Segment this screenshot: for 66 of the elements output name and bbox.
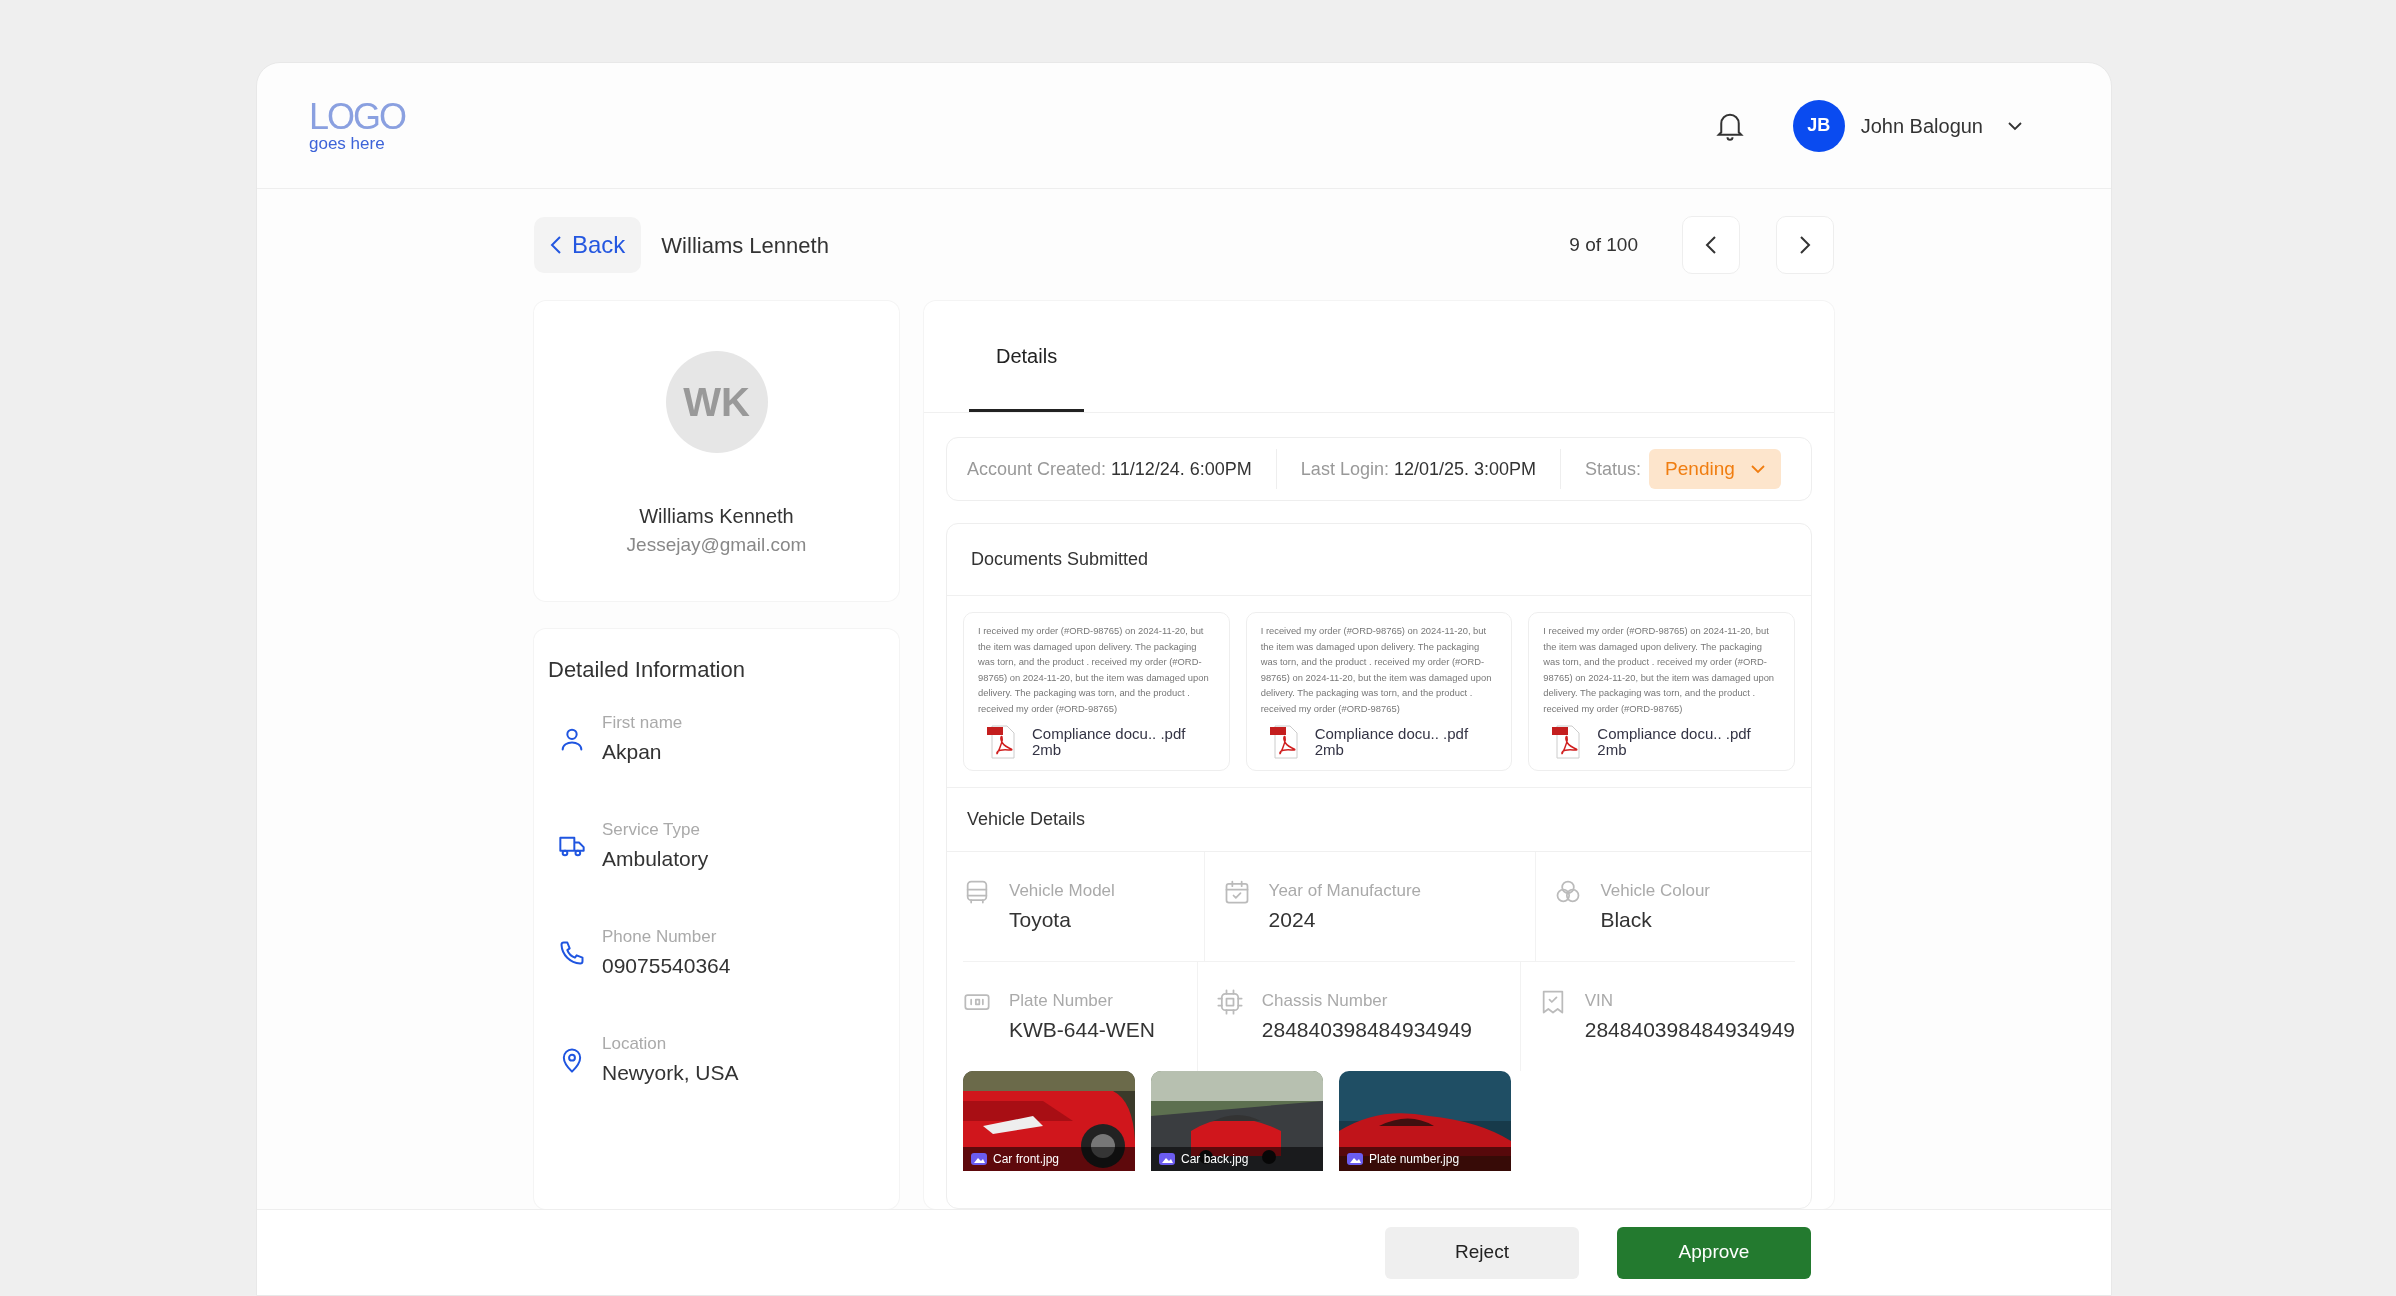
- file-name: Compliance docu.. .pdf: [1032, 725, 1186, 742]
- info-text: Account Created: 11/12/24. 6:00PM: [967, 457, 1252, 481]
- file-name: Compliance docu.. .pdf: [1597, 725, 1751, 742]
- reject-button[interactable]: Reject: [1385, 1226, 1579, 1279]
- field-value: 09075540364: [602, 952, 731, 979]
- field-value: 2024: [1268, 906, 1317, 933]
- field-label: First name: [602, 712, 683, 734]
- field-value: Black: [1600, 906, 1653, 933]
- image-caption: Car back.jpg: [1181, 1151, 1249, 1168]
- profile-name: Williams Kenneth: [639, 504, 794, 529]
- image-icon: [971, 1153, 987, 1165]
- field-label: Chassis Number: [1261, 990, 1389, 1012]
- field-value: Akpan: [602, 738, 663, 765]
- field-label: Location: [602, 1033, 668, 1055]
- field-label: Vehicle Model: [1009, 880, 1115, 902]
- record-counter: 9 of 100: [1569, 232, 1638, 257]
- tab[interactable]: Details: [969, 301, 1085, 412]
- user-name: John Balogun: [1860, 113, 1983, 139]
- chevron-left-icon: [550, 235, 562, 255]
- chevron-down-icon[interactable]: [2007, 120, 2023, 131]
- document-preview-text: I received my order (#ORD-98765) on 2024-11-20, but the item was damaged upon delivery. The packaging was torn, and the product . received my order (#ORD-98765) on 2024-11-20, but the item was damaged upon delivery. The packaging was torn, and the product . received my order (#ORD-98765): [1543, 624, 1776, 716]
- field-value: 284840398484934949: [1261, 1016, 1473, 1043]
- profile-email: Jessejay@gmail.com: [626, 533, 807, 557]
- document-card[interactable]: [1528, 612, 1795, 771]
- info-text: Last Login: 12/01/25. 3:00PM: [1300, 457, 1537, 481]
- field-value: Ambulatory: [602, 845, 709, 872]
- file-name: Compliance docu.. .pdf: [1314, 725, 1469, 742]
- document-preview-text: I received my order (#ORD-98765) on 2024-11-20, but the item was damaged upon delivery. The packaging was torn, and the product . received my order (#ORD-98765) on 2024-11-20, but the item was damaged upon delivery. The packaging was torn, and the product . received my order (#ORD-98765): [1260, 624, 1493, 716]
- section-title: Vehicle Details: [947, 787, 1811, 852]
- back-button[interactable]: Back: [534, 217, 642, 273]
- image-caption: Plate number.jpg: [1369, 1151, 1460, 1168]
- field-label: Year of Manufacture: [1268, 880, 1422, 902]
- image-icon: [1159, 1153, 1175, 1165]
- field-value: Toyota: [1009, 906, 1072, 933]
- field-label: Vehicle Colour: [1600, 880, 1710, 902]
- chevron-left-icon: [1705, 235, 1717, 255]
- section-title: Documents Submitted: [947, 524, 1811, 596]
- field-label: VIN: [1584, 990, 1615, 1012]
- pdf-file-icon: [986, 724, 1016, 760]
- field-value: KWB-644-WEN: [1009, 1016, 1155, 1043]
- field-label: Phone Number: [602, 926, 718, 948]
- section-title: Detailed Information: [548, 656, 746, 684]
- pdf-file-icon: [1551, 724, 1582, 760]
- user-avatar: JB: [1792, 99, 1845, 152]
- file-size: 2mb: [1314, 742, 1344, 759]
- image-caption: Car front.jpg: [993, 1151, 1060, 1168]
- logo-tagline: goes here: [309, 135, 386, 152]
- pdf-file-icon: [1268, 724, 1299, 760]
- approve-button[interactable]: Approve: [1617, 1226, 1811, 1279]
- document-preview-text: I received my order (#ORD-98765) on 2024-11-20, but the item was damaged upon delivery. The packaging was torn, and the product . received my order (#ORD-98765) on 2024-11-20, but the item was damaged upon delivery. The packaging was torn, and the product . received my order (#ORD-98765): [978, 624, 1210, 716]
- field-label: Service Type: [602, 819, 701, 841]
- file-size: 2mb: [1597, 742, 1627, 759]
- profile-avatar: WK: [665, 351, 768, 453]
- file-size: 2mb: [1032, 742, 1062, 759]
- field-value: 284840398484934949: [1584, 1016, 1795, 1043]
- chip-icon: [1215, 988, 1244, 1016]
- field-label: Plate Number: [1009, 990, 1114, 1012]
- chevron-right-icon: [1799, 235, 1811, 255]
- field-value: Newyork, USA: [602, 1059, 739, 1086]
- document-card[interactable]: [1245, 612, 1513, 771]
- logo-text: LOGO: [309, 99, 406, 135]
- chevron-down-icon: [1750, 464, 1765, 474]
- page-title: Williams Lenneth: [661, 231, 829, 260]
- status-label: Status:: [1585, 457, 1642, 481]
- image-icon: [1347, 1153, 1363, 1165]
- document-card[interactable]: [963, 612, 1230, 771]
